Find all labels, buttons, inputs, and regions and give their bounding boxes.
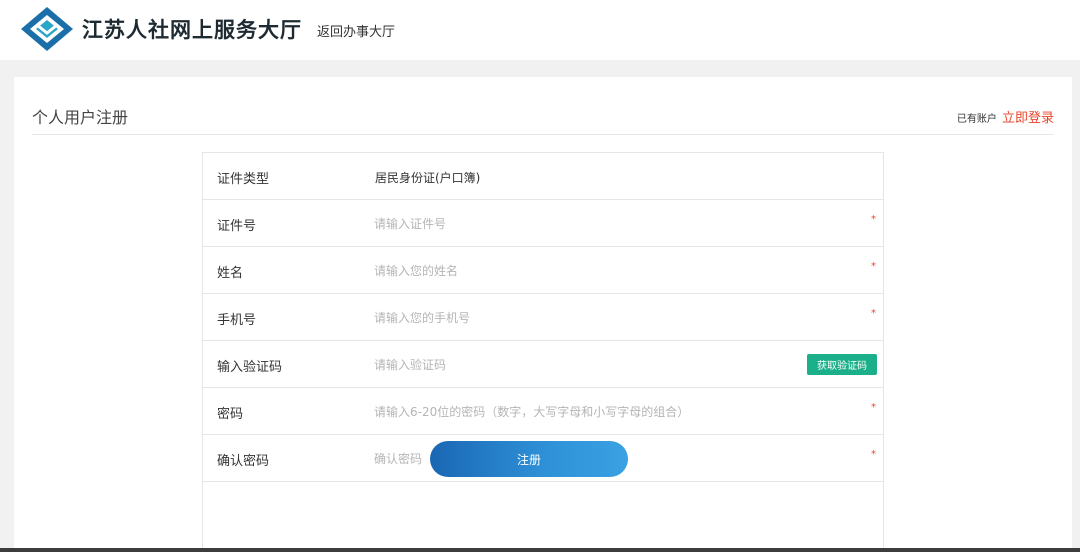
name-input[interactable] <box>369 256 789 286</box>
page-title: 个人用户注册 <box>32 108 129 127</box>
phone-label: 手机号 <box>217 313 257 328</box>
required-marker: * <box>871 449 876 460</box>
confirm-password-label: 确认密码 <box>217 454 270 469</box>
diamond-logo-icon <box>21 7 73 51</box>
title-divider <box>32 134 1054 135</box>
phone-input[interactable] <box>369 303 789 333</box>
password-label: 密码 <box>217 407 244 422</box>
login-prefix-text: 已有账户 <box>956 114 997 125</box>
id-type-label: 证件类型 <box>217 172 270 187</box>
form-row-verification-code: 输入验证码 获取验证码 <box>203 341 883 388</box>
form-row-id-number: 证件号 * <box>203 200 883 247</box>
required-marker: * <box>871 214 876 225</box>
bottom-edge-bar <box>0 548 1080 552</box>
login-prompt: 已有账户 立即登录 <box>957 107 1054 126</box>
id-type-select[interactable]: 居民身份证(户口簿) <box>375 169 480 186</box>
form-row-id-type: 证件类型 居民身份证(户口簿) <box>203 153 883 200</box>
required-marker: * <box>871 261 876 272</box>
required-marker: * <box>871 402 876 413</box>
verification-code-input[interactable] <box>369 350 789 380</box>
required-marker: * <box>871 308 876 319</box>
registration-form: 证件类型 居民身份证(户口簿) 证件号 * 姓名 * 手机号 * 输入验证码 获… <box>202 152 884 552</box>
registration-panel: 个人用户注册 已有账户 立即登录 证件类型 居民身份证(户口簿) 证件号 * 姓… <box>14 77 1072 552</box>
form-row-password: 密码 * <box>203 388 883 435</box>
verification-code-label: 输入验证码 <box>217 360 283 375</box>
back-to-hall-link[interactable]: 返回办事大厅 <box>317 21 395 40</box>
id-number-label: 证件号 <box>217 219 257 234</box>
id-number-input[interactable] <box>369 209 789 239</box>
site-name: 江苏人社网上服务大厅 <box>82 18 302 42</box>
login-now-link[interactable]: 立即登录 <box>1002 111 1054 126</box>
get-code-button[interactable]: 获取验证码 <box>807 354 877 375</box>
top-header: 江苏人社网上服务大厅 返回办事大厅 <box>0 0 1080 60</box>
name-label: 姓名 <box>217 266 244 281</box>
form-row-phone: 手机号 * <box>203 294 883 341</box>
register-button[interactable]: 注册 <box>430 441 628 477</box>
password-input[interactable] <box>369 397 849 427</box>
form-row-name: 姓名 * <box>203 247 883 294</box>
